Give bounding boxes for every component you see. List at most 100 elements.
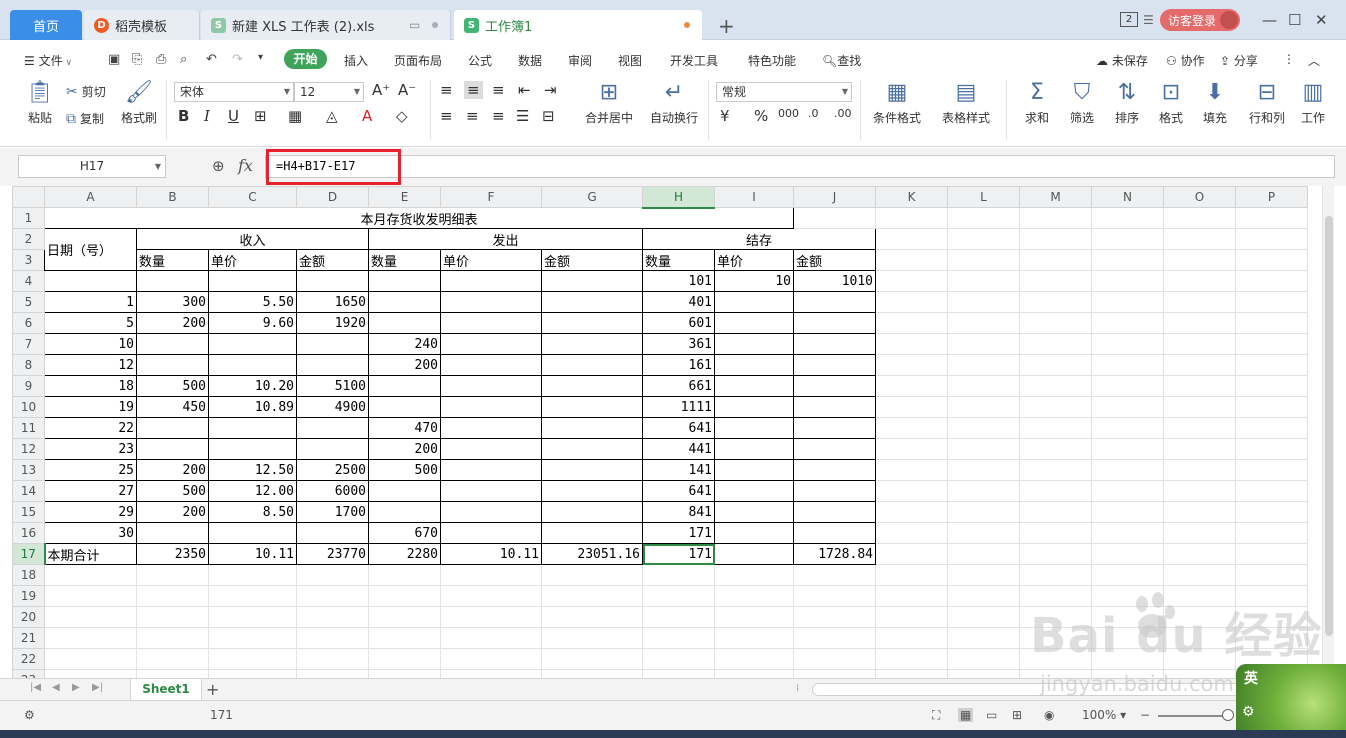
cell[interactable] [1163, 585, 1236, 607]
cell[interactable] [947, 606, 1020, 628]
row-header[interactable]: 16 [12, 522, 45, 544]
cell[interactable] [1019, 291, 1092, 313]
row-header[interactable]: 6 [12, 312, 45, 334]
cell[interactable] [947, 522, 1020, 544]
cell[interactable] [1091, 228, 1164, 250]
sheet-tab-sheet1[interactable]: Sheet1 [130, 679, 202, 700]
font-color-icon[interactable]: A [362, 107, 372, 125]
row-header[interactable]: 5 [12, 291, 45, 313]
cell[interactable] [296, 648, 369, 670]
cell-j[interactable] [793, 480, 876, 502]
align-middle-icon[interactable]: ≡ [464, 81, 483, 99]
cell-e[interactable]: 200 [368, 438, 441, 460]
cell[interactable] [875, 438, 948, 460]
cell[interactable] [1163, 207, 1236, 229]
cell[interactable] [1019, 627, 1092, 649]
cell-d[interactable] [296, 417, 369, 439]
row-header[interactable]: 10 [12, 396, 45, 418]
add-sheet-button[interactable]: + [206, 680, 219, 699]
tab-workbook1[interactable]: S 工作簿1 [454, 10, 702, 40]
cell[interactable] [136, 585, 209, 607]
cell[interactable] [947, 480, 1020, 502]
indent-increase-icon[interactable]: ⇥ [544, 81, 557, 99]
cell[interactable] [1019, 648, 1092, 670]
cell-g[interactable] [541, 375, 643, 397]
cell[interactable] [1019, 606, 1092, 628]
cell-c[interactable]: 10.20 [208, 375, 297, 397]
decrease-decimal-icon[interactable]: .00 [834, 107, 852, 120]
cell-f[interactable] [440, 501, 542, 523]
cell[interactable] [1163, 291, 1236, 313]
cell[interactable] [136, 564, 209, 586]
row-header[interactable]: 4 [12, 270, 45, 292]
row-header[interactable]: 9 [12, 375, 45, 397]
cell[interactable] [714, 606, 794, 628]
cell-g[interactable] [541, 333, 643, 355]
cell[interactable] [947, 396, 1020, 418]
cell[interactable] [1019, 333, 1092, 355]
cell-c[interactable]: 9.60 [208, 312, 297, 334]
column-header[interactable]: L [947, 186, 1020, 208]
cell[interactable] [1235, 249, 1308, 271]
total-cell-c[interactable]: 10.11 [208, 543, 297, 565]
cell[interactable] [1235, 333, 1308, 355]
cell[interactable] [296, 564, 369, 586]
cell[interactable] [208, 648, 297, 670]
row-header[interactable]: 17 [12, 543, 46, 565]
cell[interactable] [642, 564, 715, 586]
cell[interactable] [1235, 417, 1308, 439]
cell[interactable] [136, 627, 209, 649]
font-grow-icon[interactable]: A⁺ [372, 81, 390, 99]
cell-i[interactable] [714, 480, 794, 502]
cell[interactable] [1235, 438, 1308, 460]
page-break-view-icon[interactable]: ⊞ [1012, 708, 1022, 722]
cell-f[interactable] [440, 291, 542, 313]
cell[interactable] [541, 564, 643, 586]
column-header[interactable]: I [714, 186, 794, 208]
cell[interactable] [1235, 522, 1308, 544]
cell-f[interactable] [440, 417, 542, 439]
cut-button[interactable]: ✂ 剪切 [66, 83, 106, 100]
column-header[interactable]: O [1163, 186, 1236, 208]
row-header[interactable]: 22 [12, 648, 45, 670]
cell-c[interactable]: 12.50 [208, 459, 297, 481]
cell[interactable] [1163, 417, 1236, 439]
cell-b[interactable] [136, 354, 209, 376]
cell[interactable] [44, 627, 137, 649]
font-shrink-icon[interactable]: A⁻ [398, 81, 416, 99]
cell[interactable] [1019, 417, 1092, 439]
cell-i[interactable] [714, 396, 794, 418]
cell[interactable] [642, 627, 715, 649]
cell[interactable] [44, 585, 137, 607]
thousands-icon[interactable]: 000 [778, 107, 799, 120]
cell-i[interactable] [714, 291, 794, 313]
cell[interactable] [947, 270, 1020, 292]
cell-h[interactable]: 441 [642, 438, 715, 460]
cell[interactable] [947, 564, 1020, 586]
cell[interactable] [136, 669, 209, 678]
cell[interactable] [1091, 333, 1164, 355]
cell-j[interactable] [793, 291, 876, 313]
align-top-icon[interactable]: ≡ [440, 81, 453, 99]
cell[interactable] [793, 564, 876, 586]
total-cell-e[interactable]: 2280 [368, 543, 441, 565]
paste-button[interactable]: 📋︎ 粘贴 [20, 79, 60, 126]
font-size-select[interactable]: 12 ▼ [294, 82, 364, 102]
cell[interactable] [1019, 480, 1092, 502]
column-header[interactable]: A [44, 186, 137, 208]
cell-i[interactable] [714, 417, 794, 439]
cell[interactable] [136, 648, 209, 670]
cell-e[interactable] [368, 501, 441, 523]
currency-icon[interactable]: ¥ [720, 107, 730, 125]
border-icon[interactable]: ⊞ [254, 107, 267, 125]
cell[interactable] [1163, 249, 1236, 271]
sub-header[interactable]: 单价 [440, 249, 542, 271]
cell[interactable] [368, 585, 441, 607]
cell-e[interactable]: 670 [368, 522, 441, 544]
cell-e[interactable]: 240 [368, 333, 441, 355]
cell[interactable] [875, 270, 948, 292]
cell-c[interactable] [208, 522, 297, 544]
fullscreen-icon[interactable]: ⛶ [932, 708, 940, 723]
cell[interactable] [1019, 438, 1092, 460]
sub-header[interactable]: 数量 [368, 249, 441, 271]
